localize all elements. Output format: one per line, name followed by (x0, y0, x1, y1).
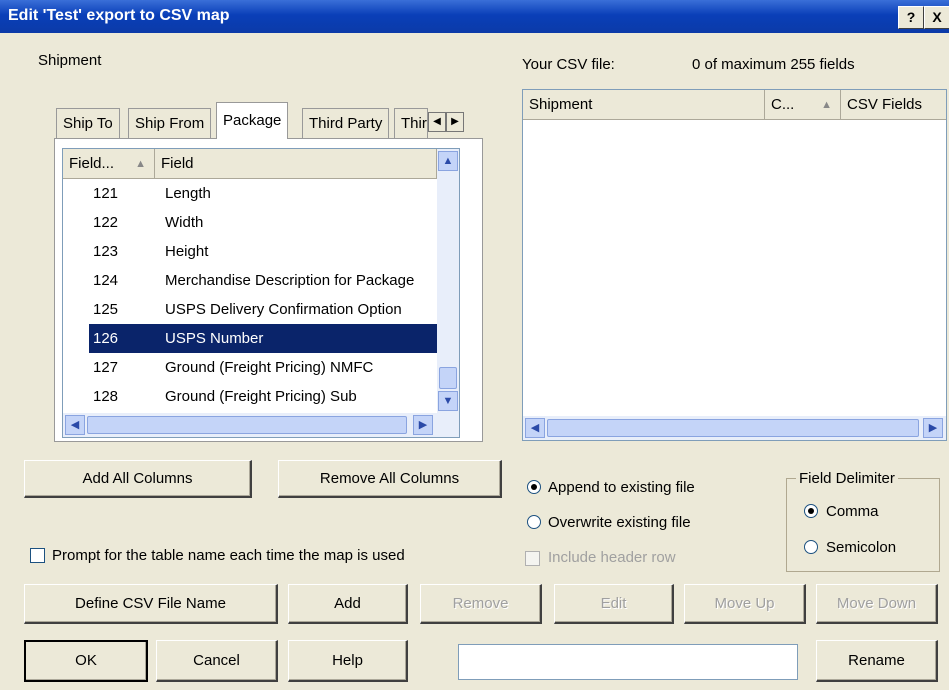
field-number: 123 (93, 243, 119, 260)
field-name: Ground (Freight Pricing) NMFC (165, 359, 374, 376)
add-all-columns-button[interactable]: Add All Columns (24, 460, 252, 498)
ok-button[interactable]: OK (24, 640, 148, 682)
column-header-c[interactable]: C... ▲ (765, 90, 841, 120)
list-item-selected[interactable]: 126 USPS Number (89, 324, 437, 353)
semicolon-label: Semicolon (826, 539, 897, 556)
field-delimiter-title: Field Delimiter (796, 470, 898, 487)
scroll-left-icon[interactable]: ◀ (525, 418, 545, 438)
column-header-label: Field... (69, 155, 115, 172)
scroll-thumb[interactable] (547, 419, 919, 437)
remove-button[interactable]: Remove (420, 584, 542, 624)
csv-fields-list[interactable]: Shipment C... ▲ CSV Fields ◀ ▶ (522, 89, 947, 441)
field-name: Height (165, 243, 209, 260)
column-header-csv-fields[interactable]: CSV Fields (841, 90, 946, 120)
title-bar: Edit 'Test' export to CSV map ? X (0, 0, 949, 33)
cancel-button[interactable]: Cancel (156, 640, 278, 682)
tab-scroll-right-icon[interactable]: ▶ (446, 112, 464, 132)
scroll-thumb[interactable] (439, 367, 457, 389)
horizontal-scrollbar[interactable]: ◀ ▶ (523, 416, 946, 440)
shipment-label: Shipment (38, 52, 102, 69)
field-name: Length (165, 185, 211, 202)
list-item[interactable]: 125 USPS Delivery Confirmation Option (63, 295, 437, 324)
scroll-thumb[interactable] (87, 416, 407, 434)
append-label: Append to existing file (548, 479, 695, 496)
include-header-checkbox[interactable] (525, 551, 540, 566)
field-number: 127 (93, 359, 119, 376)
overwrite-radio[interactable] (527, 515, 541, 529)
field-number: 128 (93, 388, 119, 405)
field-list[interactable]: Field... ▲ Field 121 Length 122 Width 12… (62, 148, 460, 438)
column-header-field[interactable]: Field (155, 149, 437, 179)
list-item[interactable]: 123 Height (63, 237, 437, 266)
prompt-label: Prompt for the table name each time the … (52, 547, 405, 564)
prompt-checkbox[interactable] (30, 548, 45, 563)
field-name: Merchandise Description for Package (165, 272, 415, 289)
tab-ship-to[interactable]: Ship To (56, 108, 120, 138)
sort-up-icon: ▲ (135, 158, 146, 170)
field-delimiter-group (786, 478, 940, 572)
window-title: Edit 'Test' export to CSV map (8, 7, 230, 24)
edit-button[interactable]: Edit (554, 584, 674, 624)
field-number: 121 (93, 185, 119, 202)
field-number: 125 (93, 301, 119, 318)
rename-button[interactable]: Rename (816, 640, 938, 682)
move-down-button[interactable]: Move Down (816, 584, 938, 624)
overwrite-label: Overwrite existing file (548, 514, 691, 531)
column-header-label: C... (771, 96, 795, 113)
scroll-up-icon[interactable]: ▲ (438, 151, 458, 171)
scroll-right-icon[interactable]: ▶ (413, 415, 433, 435)
field-name: Width (165, 214, 204, 231)
append-radio[interactable] (527, 480, 541, 494)
field-name: USPS Delivery Confirmation Option (165, 301, 402, 318)
tab-ship-from[interactable]: Ship From (128, 108, 212, 138)
your-csv-label: Your CSV file: (522, 56, 615, 73)
tab-scroll-left-icon[interactable]: ◀ (428, 112, 446, 132)
comma-label: Comma (826, 503, 879, 520)
tab-third-party[interactable]: Third Party (302, 108, 390, 138)
include-header-label: Include header row (548, 549, 676, 566)
sort-up-icon: ▲ (821, 99, 832, 111)
define-csv-file-name-button[interactable]: Define CSV File Name (24, 584, 278, 624)
add-button[interactable]: Add (288, 584, 408, 624)
remove-all-columns-button[interactable]: Remove All Columns (278, 460, 502, 498)
field-name: USPS Number (165, 330, 264, 347)
list-item[interactable]: 121 Length (63, 179, 437, 208)
comma-radio[interactable] (804, 504, 818, 518)
field-name: Ground (Freight Pricing) Sub (165, 388, 357, 405)
vertical-scrollbar[interactable]: ▲ ▼ (437, 149, 459, 413)
field-number: 124 (93, 272, 119, 289)
field-number: 122 (93, 214, 119, 231)
field-count: 0 of maximum 255 fields (692, 56, 855, 73)
scroll-down-icon[interactable]: ▼ (438, 391, 458, 411)
move-up-button[interactable]: Move Up (684, 584, 806, 624)
horizontal-scrollbar[interactable]: ◀ ▶ (63, 413, 459, 437)
list-item[interactable]: 124 Merchandise Description for Package (63, 266, 437, 295)
tab-third-party-2[interactable]: Thir (394, 108, 428, 138)
column-header-shipment[interactable]: Shipment (523, 90, 765, 120)
field-number: 126 (93, 330, 119, 347)
column-header-field-number[interactable]: Field... ▲ (63, 149, 155, 179)
scroll-left-icon[interactable]: ◀ (65, 415, 85, 435)
list-item[interactable]: 127 Ground (Freight Pricing) NMFC (63, 353, 437, 382)
list-item[interactable]: 122 Width (63, 208, 437, 237)
close-icon[interactable]: X (924, 6, 949, 29)
tab-package[interactable]: Package (216, 102, 289, 139)
help-button[interactable]: Help (288, 640, 408, 682)
semicolon-radio[interactable] (804, 540, 818, 554)
scroll-right-icon[interactable]: ▶ (923, 418, 943, 438)
map-name-input[interactable] (458, 644, 798, 680)
list-item[interactable]: 128 Ground (Freight Pricing) Sub (63, 382, 437, 411)
help-icon[interactable]: ? (898, 6, 924, 29)
